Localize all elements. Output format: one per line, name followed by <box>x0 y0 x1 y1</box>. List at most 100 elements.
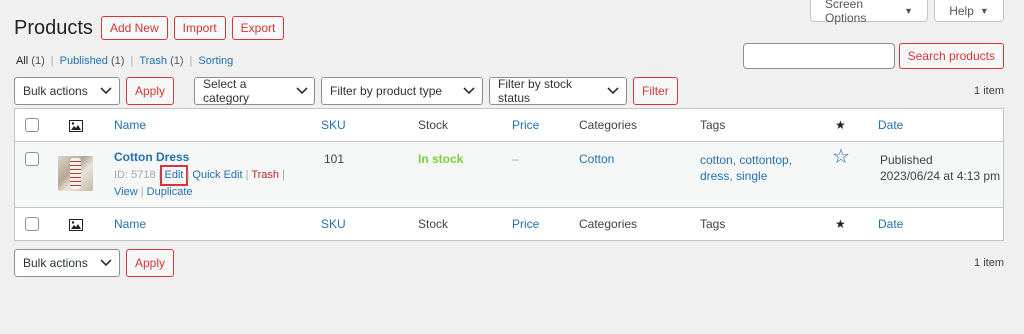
name-column-header[interactable]: Name <box>114 118 146 132</box>
screen-meta-links: Screen Options ▼ Help ▼ <box>810 0 1004 25</box>
product-id: ID: 5718 <box>114 169 156 181</box>
trash-link[interactable]: Trash <box>251 169 279 181</box>
separator: | <box>245 169 249 181</box>
view-link[interactable]: View <box>114 186 138 198</box>
publish-status: Published <box>880 153 933 167</box>
view-published-label: Published <box>59 55 108 67</box>
image-column-icon <box>69 120 83 135</box>
view-published[interactable]: Published (1) <box>60 55 125 67</box>
tags-link-line2[interactable]: dress, single <box>700 169 767 183</box>
view-trash-count: (1) <box>170 55 184 67</box>
select-all-checkbox[interactable] <box>25 118 39 132</box>
chevron-down-icon <box>99 84 113 98</box>
screen-options-button[interactable]: Screen Options ▼ <box>810 0 928 25</box>
sku-column-header[interactable]: SKU <box>321 118 346 132</box>
caret-down-icon: ▼ <box>979 5 989 16</box>
products-table: Name SKU Stock Price Categories Tags ★ D… <box>14 108 1004 241</box>
sku-value: 101 <box>324 152 345 166</box>
tags-column-footer: Tags <box>700 217 726 231</box>
product-name-link[interactable]: Cotton Dress <box>114 150 189 164</box>
date-column-footer[interactable]: Date <box>878 217 903 231</box>
items-count: 1 item <box>974 85 1004 97</box>
date-column-header[interactable]: Date <box>878 118 903 132</box>
row-meta: ID: 5718 | Edit | Quick Edit | Trash | Vie… <box>114 165 304 201</box>
category-filter-value: Select a category <box>203 77 250 105</box>
separator: | <box>50 55 54 67</box>
featured-star-icon[interactable]: ★ <box>835 118 846 132</box>
price-value: – <box>512 152 519 166</box>
import-button[interactable]: Import <box>173 16 226 40</box>
featured-toggle-star-icon[interactable]: ☆ <box>832 146 850 168</box>
view-all-label: All <box>16 55 29 67</box>
separator: | <box>282 169 285 181</box>
product-type-filter-select[interactable]: Filter by product type <box>321 77 484 105</box>
separator: | <box>189 55 193 67</box>
search-input[interactable] <box>742 43 895 69</box>
table-header-row: Name SKU Stock Price Categories Tags ★ D… <box>15 109 1003 142</box>
edit-link[interactable]: Edit <box>159 165 189 186</box>
bulk-actions-select[interactable]: Bulk actions <box>14 77 120 105</box>
stock-column-header: Stock <box>418 118 449 132</box>
screen-options-label: Screen Options <box>825 0 867 25</box>
add-new-button[interactable]: Add New <box>100 16 168 40</box>
view-all[interactable]: All (1) <box>16 55 45 67</box>
select-all-checkbox-footer[interactable] <box>25 217 39 231</box>
view-trash[interactable]: Trash (1) <box>139 55 183 67</box>
view-trash-label: Trash <box>139 55 168 67</box>
bulk-actions-value: Bulk actions <box>23 256 88 270</box>
separator: | <box>186 169 190 181</box>
name-column-footer[interactable]: Name <box>114 217 146 231</box>
product-thumbnail[interactable] <box>58 156 93 191</box>
date-cell: Published 2023/06/24 at 4:13 pm <box>880 152 1000 184</box>
chevron-down-icon <box>462 84 476 98</box>
export-button[interactable]: Export <box>231 16 285 40</box>
stock-status-filter-value: Filter by stock status <box>498 77 573 105</box>
category-filter-select[interactable]: Select a category <box>194 77 316 105</box>
apply-button-bottom[interactable]: Apply <box>126 249 175 277</box>
items-count-bottom: 1 item <box>974 257 1004 269</box>
view-published-count: (1) <box>111 55 125 67</box>
table-footer-row: Name SKU Stock Price Categories Tags ★ D… <box>15 207 1003 240</box>
stock-status-filter-select[interactable]: Filter by stock status <box>489 77 628 105</box>
search-box: Search products <box>742 43 1004 69</box>
search-products-button[interactable]: Search products <box>898 43 1004 69</box>
featured-star-icon[interactable]: ★ <box>835 217 846 231</box>
chevron-down-icon <box>99 256 113 270</box>
tablenav-bottom: Bulk actions Apply 1 item <box>14 249 1004 277</box>
separator: | <box>140 186 144 198</box>
categories-column-header: Categories <box>579 118 638 132</box>
stock-column-footer: Stock <box>418 217 449 231</box>
bulk-actions-select-bottom[interactable]: Bulk actions <box>14 249 120 277</box>
page-header: Products Add New Import Export <box>14 16 290 40</box>
sku-column-footer[interactable]: SKU <box>321 217 346 231</box>
apply-button[interactable]: Apply <box>126 77 175 105</box>
category-link[interactable]: Cotton <box>579 152 614 166</box>
chevron-down-icon <box>295 84 308 98</box>
page-title: Products <box>14 17 93 39</box>
name-cell: Cotton Dress ID: 5718 | Edit | Quick Edit … <box>114 150 304 201</box>
tags-column-header: Tags <box>700 118 726 132</box>
table-row: Cotton Dress ID: 5718 | Edit | Quick Edit … <box>15 142 1003 207</box>
caret-down-icon: ▼ <box>904 5 913 16</box>
help-button[interactable]: Help ▼ <box>934 0 1004 22</box>
separator: | <box>130 55 134 67</box>
publish-date: 2023/06/24 at 4:13 pm <box>880 169 1001 183</box>
view-sorting[interactable]: Sorting <box>198 55 233 67</box>
status-views: All (1) | Published (1) | Trash (1) | So… <box>16 55 233 67</box>
chevron-down-icon <box>607 84 620 98</box>
price-column-header[interactable]: Price <box>512 118 539 132</box>
stock-status: In stock <box>418 152 464 166</box>
help-label: Help <box>949 3 974 18</box>
tablenav-top: Bulk actions Apply Select a category Fil… <box>14 77 1004 105</box>
image-column-icon <box>69 219 83 234</box>
quick-edit-link[interactable]: Quick Edit <box>192 169 242 181</box>
tags-cell: cotton, cottontop, dress, single <box>700 152 792 184</box>
tags-link-line1[interactable]: cotton, cottontop, <box>700 153 792 167</box>
categories-column-footer: Categories <box>579 217 638 231</box>
duplicate-link[interactable]: Duplicate <box>147 186 193 198</box>
filter-button[interactable]: Filter <box>633 77 678 105</box>
bulk-actions-value: Bulk actions <box>23 84 88 98</box>
row-checkbox[interactable] <box>25 152 39 166</box>
view-all-count: (1) <box>31 55 45 67</box>
price-column-footer[interactable]: Price <box>512 217 539 231</box>
